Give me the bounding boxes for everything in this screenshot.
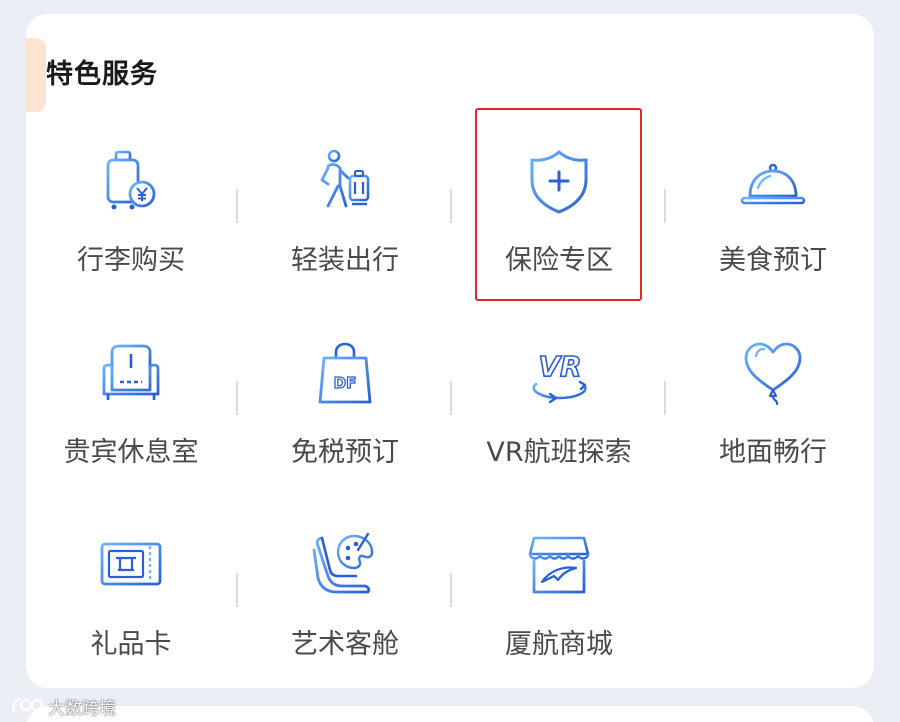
service-label: 美食预订 [719,245,827,276]
service-item-vip-lounge[interactable]: 贵宾休息室 [25,332,237,512]
service-label: 厦航商城 [505,629,613,660]
service-label: 轻装出行 [291,245,399,276]
service-item-ground-travel[interactable]: 地面畅行 [667,332,879,512]
service-item-gift-card[interactable]: 礼品卡 [25,524,237,704]
service-label: 免税预订 [291,437,399,468]
section-accent-tab [26,38,46,112]
service-label: 礼品卡 [90,629,172,660]
page: 特色服务 行李购买 轻装出行 保险专区 美食预订 贵宾休息室 DF 免税预订 V… [0,0,900,722]
section-title: 特色服务 [46,59,158,90]
duty-free-bag-icon: DF [310,338,380,408]
divider [450,573,452,607]
watermark-logo-icon [12,698,43,714]
service-label: VR航班探索 [486,437,632,468]
gift-card-icon [96,530,166,600]
divider [450,189,452,223]
service-item-airline-mall[interactable]: 厦航商城 [453,524,665,704]
divider [236,189,238,223]
traveler-luggage-icon [310,146,380,216]
service-label: 艺术客舱 [291,629,399,660]
divider [236,573,238,607]
service-label: 地面畅行 [719,437,827,468]
svg-text:VR: VR [538,350,581,383]
service-item-insurance-zone[interactable]: 保险专区 [453,140,665,320]
divider [664,381,666,415]
service-item-duty-free[interactable]: DF 免税预订 [239,332,451,512]
airline-store-icon [524,530,594,600]
service-item-luggage-purchase[interactable]: 行李购买 [25,140,237,320]
service-item-art-cabin[interactable]: 艺术客舱 [239,524,451,704]
next-card [26,706,874,722]
service-item-food-booking[interactable]: 美食预订 [667,140,879,320]
svg-text:DF: DF [334,374,357,392]
vr-rotate-icon: VR [524,338,594,408]
armchair-icon [96,338,166,408]
service-label: 保险专区 [505,245,613,276]
service-item-vr-flight[interactable]: VR VR航班探索 [453,332,665,512]
luggage-yen-icon [96,146,166,216]
seat-palette-icon [310,530,380,600]
heart-balloon-icon [738,338,808,408]
food-cloche-icon [738,146,808,216]
divider [450,381,452,415]
watermark-text: 大数跨境 [48,698,116,719]
service-label: 贵宾休息室 [63,437,199,468]
divider [664,189,666,223]
service-item-light-travel[interactable]: 轻装出行 [239,140,451,320]
divider [236,381,238,415]
shield-plus-icon [524,146,594,216]
watermark: 大数跨境 [10,694,116,719]
service-label: 行李购买 [77,245,185,276]
